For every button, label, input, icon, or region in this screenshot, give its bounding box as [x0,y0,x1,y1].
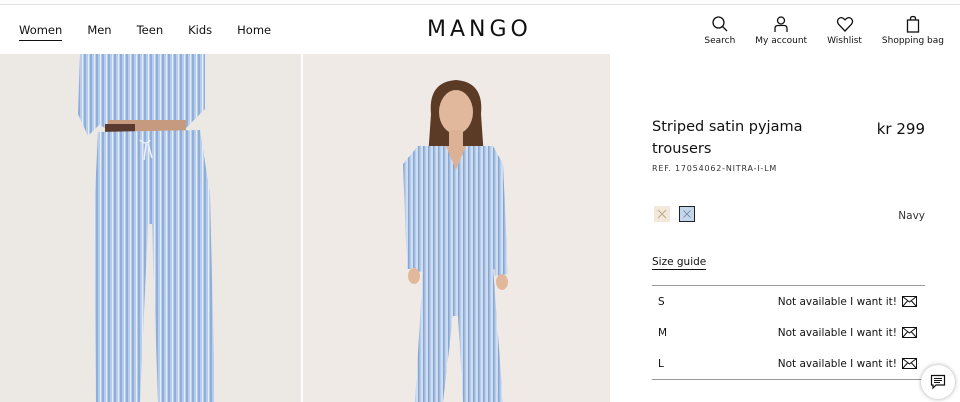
trousers-closeup-illustration [78,54,215,402]
availability-text: Not available I want it! [777,326,897,339]
brand-logo[interactable]: MANGO [427,17,532,42]
size-guide-link[interactable]: Size guide [652,256,707,270]
size-label: S [658,295,665,308]
color-swatch-navy-selected[interactable] [679,206,695,222]
availability-text: Not available I want it! [777,295,897,308]
chat-icon [930,374,946,390]
account-label: My account [755,36,808,46]
wishlist-button[interactable]: Wishlist [827,15,862,46]
size-availability: Not available I want it! [778,296,917,308]
unavailable-cross-icon [657,209,667,219]
size-label: L [658,357,664,370]
mail-icon [902,296,917,307]
availability-text: Not available I want it! [777,357,897,370]
mail-icon [902,327,917,338]
selected-color-name: Navy [898,210,925,222]
size-list: S Not available I want it! M Not availab… [652,285,925,380]
bag-button[interactable]: Shopping bag [882,15,944,46]
size-option-m[interactable]: M Not available I want it! [652,317,925,348]
search-button[interactable]: Search [704,15,735,46]
mail-icon [902,358,917,369]
size-availability: Not available I want it! [778,327,917,339]
site-header: Women Men Teen Kids Home MANGO Search My… [0,5,960,53]
nav-men[interactable]: Men [87,23,111,41]
nav-teen[interactable]: Teen [137,23,164,41]
nav-kids[interactable]: Kids [188,23,212,41]
nav-women[interactable]: Women [19,23,63,41]
chat-button[interactable] [921,365,955,399]
header-tools: Search My account Wishlist Shopping bag [684,15,944,46]
product-image-model[interactable] [303,54,610,402]
size-label: M [658,326,668,339]
size-option-s[interactable]: S Not available I want it! [652,286,925,317]
product-price: kr 299 [876,120,925,138]
heart-icon [836,16,853,32]
account-button[interactable]: My account [755,15,807,46]
nav-home[interactable]: Home [237,23,271,41]
product-reference: REF. 17054062-NITRA-I-LM [652,164,778,173]
unavailable-cross-icon [683,210,691,218]
color-swatches [654,206,695,222]
wishlist-label: Wishlist [827,36,862,46]
main-nav: Women Men Teen Kids Home [19,23,296,41]
search-icon [712,16,728,32]
bag-label: Shopping bag [881,36,944,46]
color-swatch-beige[interactable] [654,206,670,222]
model-illustration [403,80,508,402]
product-image-closeup[interactable] [0,54,301,402]
account-icon [774,16,788,32]
search-label: Search [704,36,736,46]
bag-icon [906,15,920,33]
product-gallery [0,54,610,402]
size-availability: Not available I want it! [778,358,917,370]
size-option-l[interactable]: L Not available I want it! [652,348,925,379]
product-title: Striped satin pyjama trousers [652,119,803,157]
product-info-panel: Striped satin pyjama trousers kr 299 REF… [652,54,925,402]
